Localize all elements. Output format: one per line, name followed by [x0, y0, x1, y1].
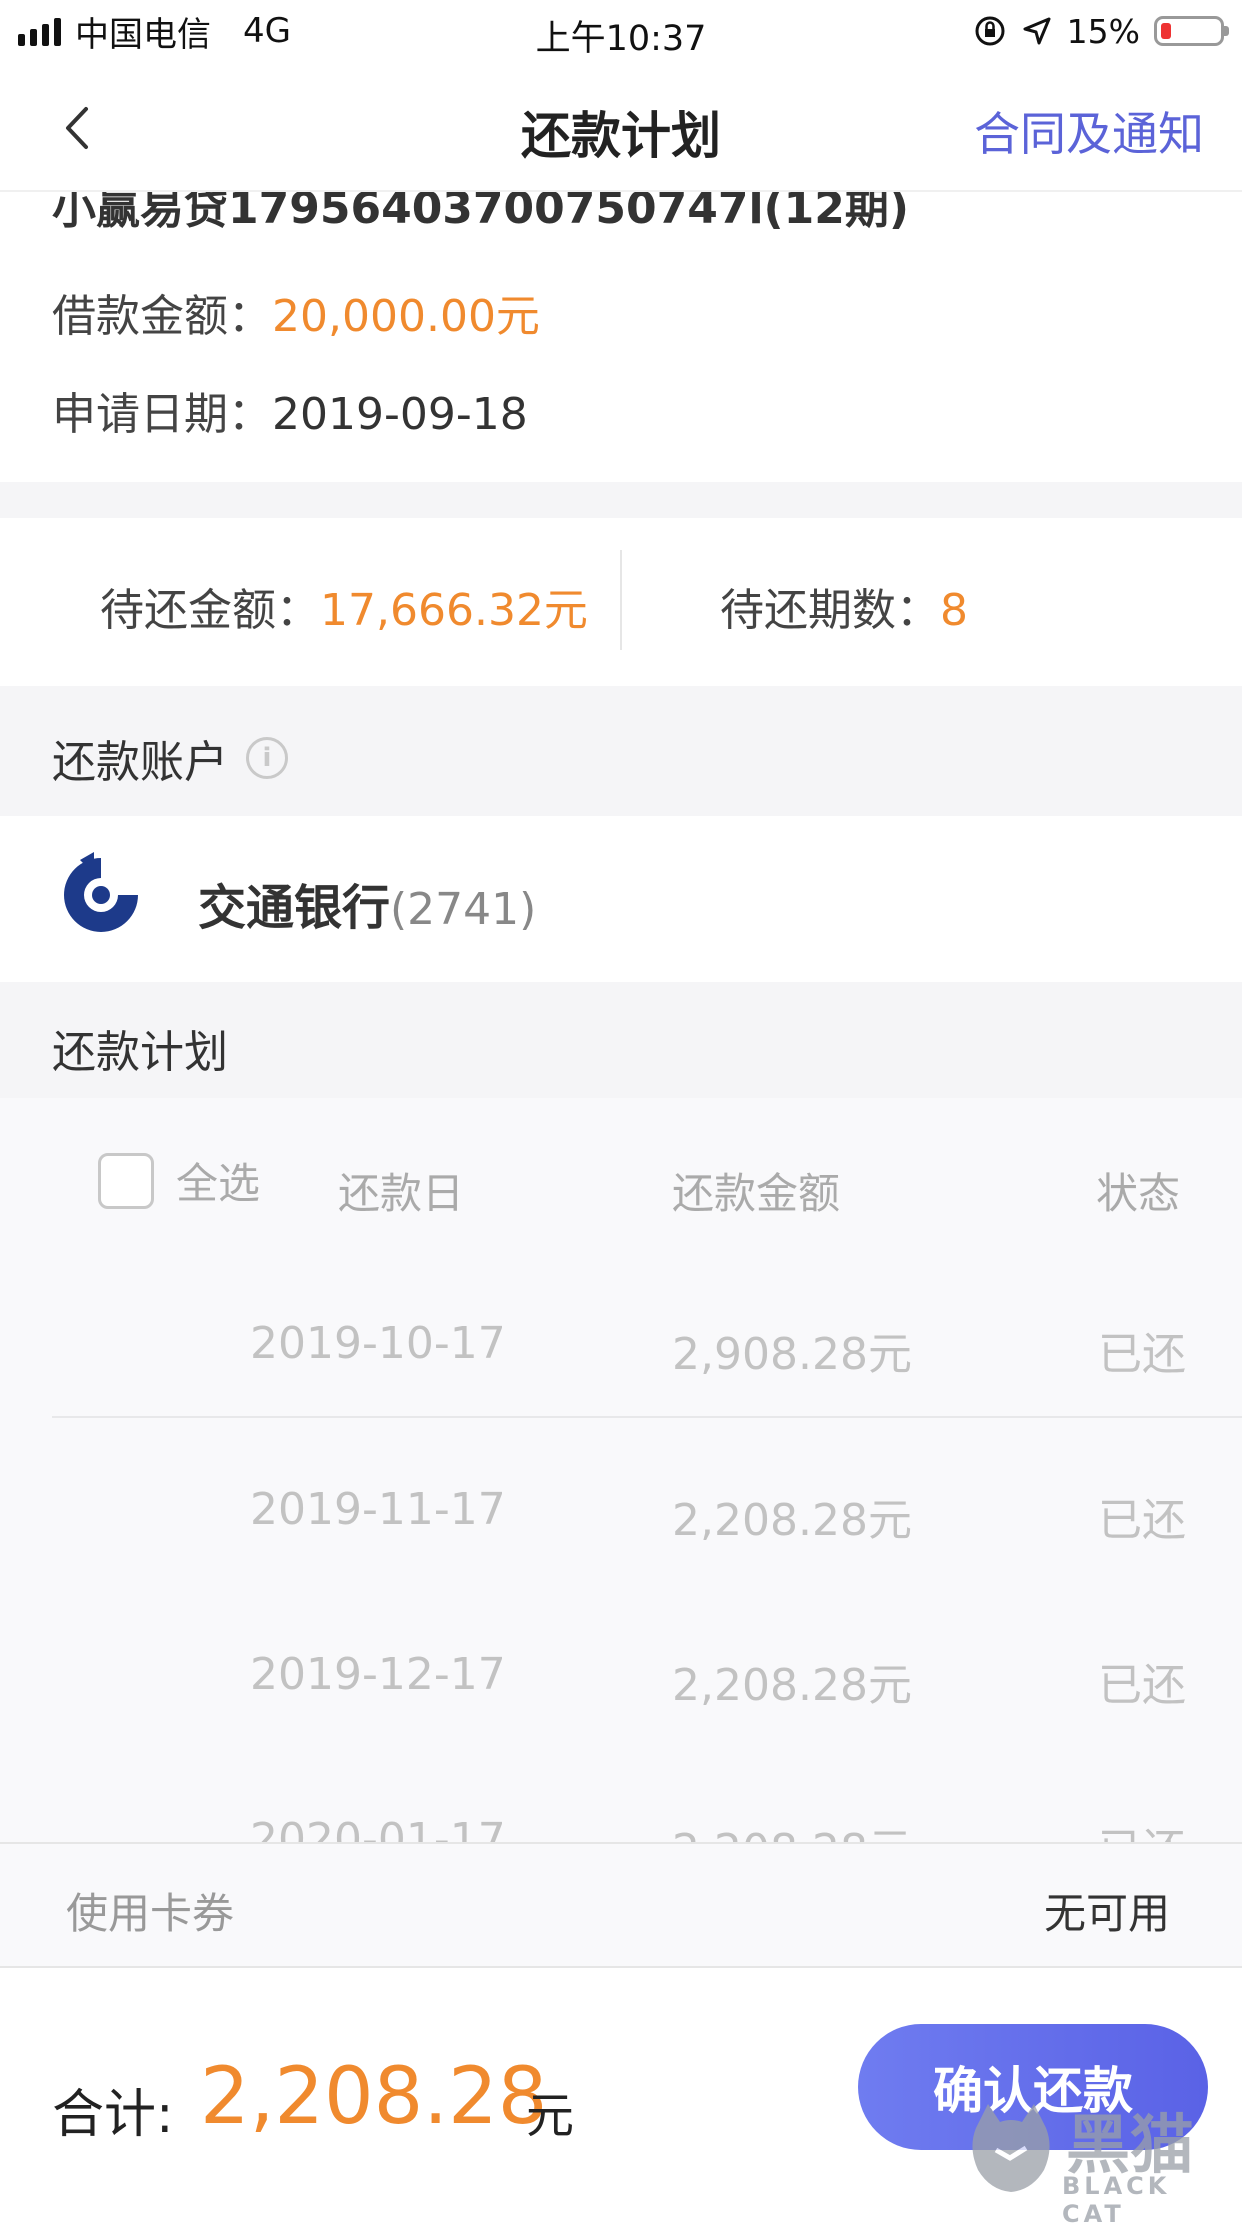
row-date: 2020-01-17 — [250, 1814, 506, 1842]
header-status: 状态 — [1096, 1169, 1181, 1218]
loan-amount-row: 借款金额：20,000.00元 — [52, 280, 540, 344]
table-row[interactable]: 2019-12-17 2,208.28元 已还 — [0, 1599, 1242, 1764]
contract-notice-link[interactable]: 合同及通知 — [974, 98, 1204, 164]
total-value: 2,208.28 — [200, 2052, 548, 2142]
rotation-lock-icon — [975, 16, 1005, 46]
repayment-plan-table: 全选 还款日 还款金额 状态 2019-10-17 2,908.28元 已还 2… — [0, 1098, 1242, 1842]
select-all-checkbox[interactable] — [98, 1152, 154, 1209]
row-amount: 2,208.28元 — [672, 1660, 912, 1711]
row-amount: 2,908.28元 — [672, 1329, 912, 1380]
footer-bar: 合计: 2,208.28 元 确认还款 黑猫 BLACK CAT — [0, 1968, 1242, 2228]
table-row[interactable]: 2019-11-17 2,208.28元 已还 — [0, 1434, 1242, 1599]
pending-periods-value: 8 — [940, 585, 968, 636]
row-amount: 2,208.28元 — [672, 1495, 912, 1546]
bank-logo-icon — [64, 852, 138, 932]
apply-date-label: 申请日期： — [52, 389, 272, 440]
row-status: 已还 — [1098, 1814, 1186, 1842]
watermark-sub: BLACK CAT — [1062, 2172, 1171, 2228]
pending-amount: 待还金额：17,666.32元 — [100, 574, 588, 638]
battery-percent: 15% — [1066, 11, 1140, 51]
loan-amount-label: 借款金额： — [52, 291, 272, 342]
loan-amount-value: 20,000.00元 — [272, 291, 540, 342]
coupon-label: 使用卡券 — [66, 1889, 235, 1938]
pending-periods: 待还期数：8 — [720, 574, 968, 638]
total-unit: 元 — [526, 2088, 575, 2144]
location-arrow-icon — [1023, 17, 1051, 45]
status-bar: 中国电信 4G 上午10:37 15% — [0, 0, 1242, 62]
coupon-row[interactable]: 使用卡券 无可用 — [0, 1842, 1242, 1968]
row-amount: 2,208.28元 — [672, 1814, 912, 1842]
header-due-date: 还款日 — [338, 1169, 465, 1218]
table-row[interactable]: 2020-01-17 2,208.28元 已还 — [0, 1764, 1242, 1842]
table-row[interactable]: 2019-10-17 2,908.28元 已还 — [0, 1268, 1242, 1433]
battery-icon — [1154, 16, 1229, 46]
row-divider — [52, 1416, 1242, 1418]
bank-name: 交通银行 — [198, 880, 391, 936]
bank-account-row[interactable]: 交通银行(2741) — [0, 816, 1242, 982]
bank-text: 交通银行(2741) — [198, 868, 536, 938]
account-section-header: 还款账户 i — [0, 686, 1242, 816]
nav-bar: 还款计划 合同及通知 — [0, 62, 1242, 192]
plan-section-header: 还款计划 — [0, 982, 1242, 1098]
status-right: 15% — [973, 10, 1229, 52]
apply-date-value: 2019-09-18 — [272, 389, 528, 440]
info-icon[interactable]: i — [246, 737, 288, 779]
coupon-value: 无可用 — [1043, 1889, 1170, 1938]
plan-section-title: 还款计划 — [52, 1027, 228, 1078]
pending-amount-label: 待还金额： — [100, 585, 320, 636]
pending-periods-label: 待还期数： — [720, 585, 940, 636]
row-date: 2019-10-17 — [250, 1318, 506, 1369]
black-cat-logo-icon — [972, 2104, 1050, 2192]
section-gap — [0, 482, 1242, 518]
header-amount: 还款金额 — [672, 1169, 841, 1218]
select-all-label: 全选 — [176, 1159, 261, 1208]
pending-amount-value: 17,666.32元 — [320, 585, 588, 636]
account-section-title: 还款账户 — [52, 737, 228, 788]
card-tail-number: (2741) — [390, 884, 537, 935]
black-cat-watermark: 黑猫 BLACK CAT — [966, 2090, 1236, 2228]
summary-divider — [620, 550, 622, 650]
row-status: 已还 — [1098, 1495, 1186, 1546]
row-status: 已还 — [1098, 1329, 1186, 1380]
row-status: 已还 — [1098, 1660, 1186, 1711]
total-label: 合计: — [52, 2085, 174, 2145]
select-all[interactable]: 全选 — [98, 1150, 260, 1211]
row-date: 2019-12-17 — [250, 1649, 506, 1700]
apply-date-row: 申请日期：2019-09-18 — [52, 378, 528, 442]
row-date: 2019-11-17 — [250, 1484, 506, 1535]
account-title-wrap: 还款账户 i — [52, 726, 288, 790]
